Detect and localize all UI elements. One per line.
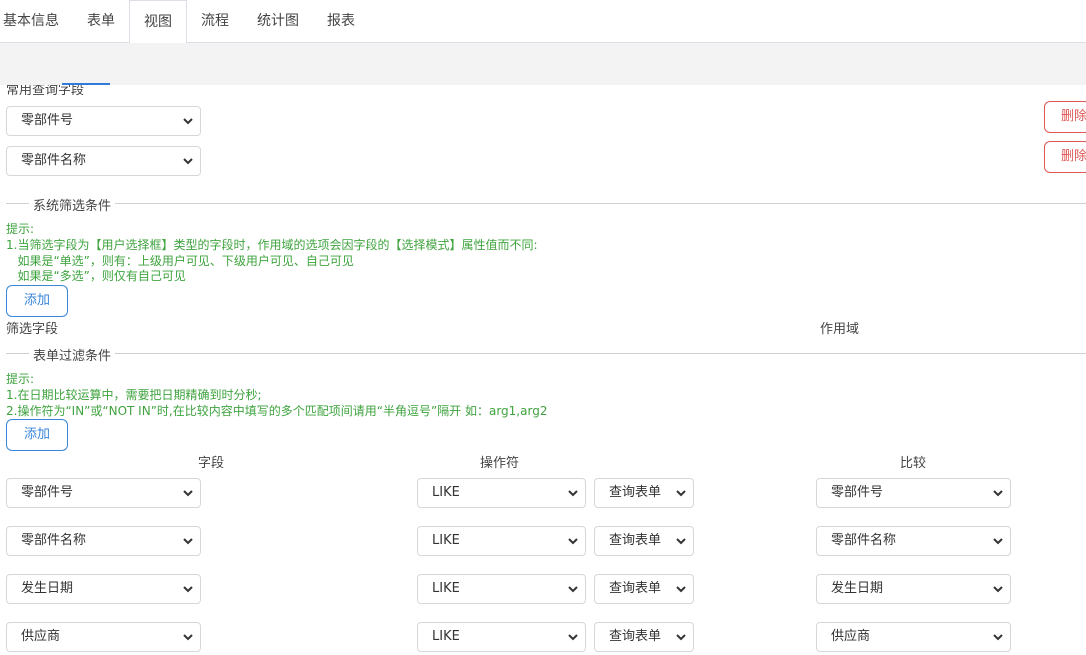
filter-field-header: 筛选字段	[6, 322, 59, 337]
select-value: 查询表单	[609, 581, 662, 596]
chevron-down-icon	[568, 538, 578, 545]
common-query-select-1[interactable]: 零部件号	[6, 106, 201, 136]
system-filter-hint-line: 如果是“多选”，则仅有自己可见	[6, 269, 186, 283]
tab-basic-info[interactable]: 基本信息	[0, 0, 62, 42]
select-value: 零部件号	[21, 113, 74, 128]
chevron-down-icon	[183, 118, 193, 125]
select-value: LIKE	[432, 533, 460, 548]
select-value: 零部件名称	[21, 533, 87, 548]
system-filter-hint-line: 如果是“单选”，则有：上级用户可见、下级用户可见、自己可见	[6, 254, 354, 268]
select-value: 查询表单	[609, 485, 662, 500]
compare-source-select[interactable]: 查询表单	[594, 622, 694, 652]
compare-source-select[interactable]: 查询表单	[594, 526, 694, 556]
tab-statistics-chart[interactable]: 统计图	[252, 0, 304, 42]
delete-button[interactable]: 删除	[1044, 141, 1086, 173]
chevron-down-icon	[993, 538, 1003, 545]
sub-tab-bar: 基本 数据 列 操作	[0, 43, 1086, 85]
select-value: LIKE	[432, 629, 460, 644]
form-filter-hint-line: 1.在日期比较运算中，需要把日期精确到时分秒;	[6, 388, 262, 402]
tab-form[interactable]: 表单	[80, 0, 122, 42]
form-filter-title: 表单过滤条件	[29, 345, 116, 364]
select-value: 供应商	[21, 629, 61, 644]
chevron-down-icon	[993, 490, 1003, 497]
select-value: LIKE	[432, 485, 460, 500]
select-value: 供应商	[831, 629, 871, 644]
system-filter-hint-line: 提示:	[6, 222, 35, 236]
add-system-filter-button[interactable]: 添加	[6, 285, 68, 317]
chevron-down-icon	[568, 634, 578, 641]
tab-flow[interactable]: 流程	[196, 0, 234, 42]
operator-select[interactable]: LIKE	[417, 622, 586, 652]
chevron-down-icon	[183, 538, 193, 545]
chevron-down-icon	[183, 490, 193, 497]
chevron-down-icon	[183, 158, 193, 165]
compare-field-select[interactable]: 零部件号	[816, 478, 1011, 508]
operator-select[interactable]: LIKE	[417, 574, 586, 604]
chevron-down-icon	[676, 490, 686, 497]
compare-source-select[interactable]: 查询表单	[594, 574, 694, 604]
select-value: 发生日期	[831, 581, 884, 596]
section-divider	[6, 203, 1086, 204]
operator-select[interactable]: LIKE	[417, 478, 586, 508]
common-query-select-2[interactable]: 零部件名称	[6, 146, 201, 176]
section-divider	[6, 353, 1086, 354]
system-filter-hint-line: 1.当筛选字段为【用户选择框】类型的字段时，作用域的选项会因字段的【选择模式】属…	[6, 238, 538, 252]
compare-field-select[interactable]: 供应商	[816, 622, 1011, 652]
select-value: LIKE	[432, 581, 460, 596]
select-value: 零部件名称	[831, 533, 897, 548]
chevron-down-icon	[993, 586, 1003, 593]
chevron-down-icon	[568, 490, 578, 497]
delete-button[interactable]: 删除	[1044, 101, 1086, 133]
filter-field-select[interactable]: 发生日期	[6, 574, 201, 604]
scope-header: 作用域	[820, 322, 860, 337]
add-form-filter-button[interactable]: 添加	[6, 419, 68, 451]
operator-select[interactable]: LIKE	[417, 526, 586, 556]
select-value: 零部件号	[831, 485, 884, 500]
tab-report[interactable]: 报表	[322, 0, 360, 42]
select-value: 零部件名称	[21, 153, 87, 168]
chevron-down-icon	[676, 634, 686, 641]
compare-field-select[interactable]: 发生日期	[816, 574, 1011, 604]
top-tab-bar: 基本信息 表单 视图 流程 统计图 报表	[0, 0, 1086, 44]
compare-column-header: 比较	[900, 456, 927, 471]
tab-view[interactable]: 视图	[129, 0, 187, 44]
system-filter-title: 系统筛选条件	[29, 195, 116, 214]
common-query-title: 常用查询字段	[6, 83, 85, 98]
chevron-down-icon	[183, 634, 193, 641]
select-value: 查询表单	[609, 533, 662, 548]
operator-column-header: 操作符	[480, 456, 520, 471]
select-value: 查询表单	[609, 629, 662, 644]
chevron-down-icon	[993, 634, 1003, 641]
chevron-down-icon	[183, 586, 193, 593]
filter-field-select[interactable]: 零部件名称	[6, 526, 201, 556]
chevron-down-icon	[676, 586, 686, 593]
form-filter-hint-line: 2.操作符为“IN”或“NOT IN”时,在比较内容中填写的多个匹配项间请用“半…	[6, 404, 548, 418]
filter-field-select[interactable]: 零部件号	[6, 478, 201, 508]
field-column-header: 字段	[198, 456, 225, 471]
form-filter-hint-line: 提示:	[6, 372, 35, 386]
select-value: 发生日期	[21, 581, 74, 596]
select-value: 零部件号	[21, 485, 74, 500]
subtab-actions[interactable]: 操作	[152, 43, 188, 85]
filter-field-select[interactable]: 供应商	[6, 622, 201, 652]
compare-source-select[interactable]: 查询表单	[594, 478, 694, 508]
chevron-down-icon	[568, 586, 578, 593]
subtab-active-indicator	[62, 83, 110, 85]
compare-field-select[interactable]: 零部件名称	[816, 526, 1011, 556]
chevron-down-icon	[676, 538, 686, 545]
subtab-columns[interactable]: 列	[116, 43, 140, 85]
